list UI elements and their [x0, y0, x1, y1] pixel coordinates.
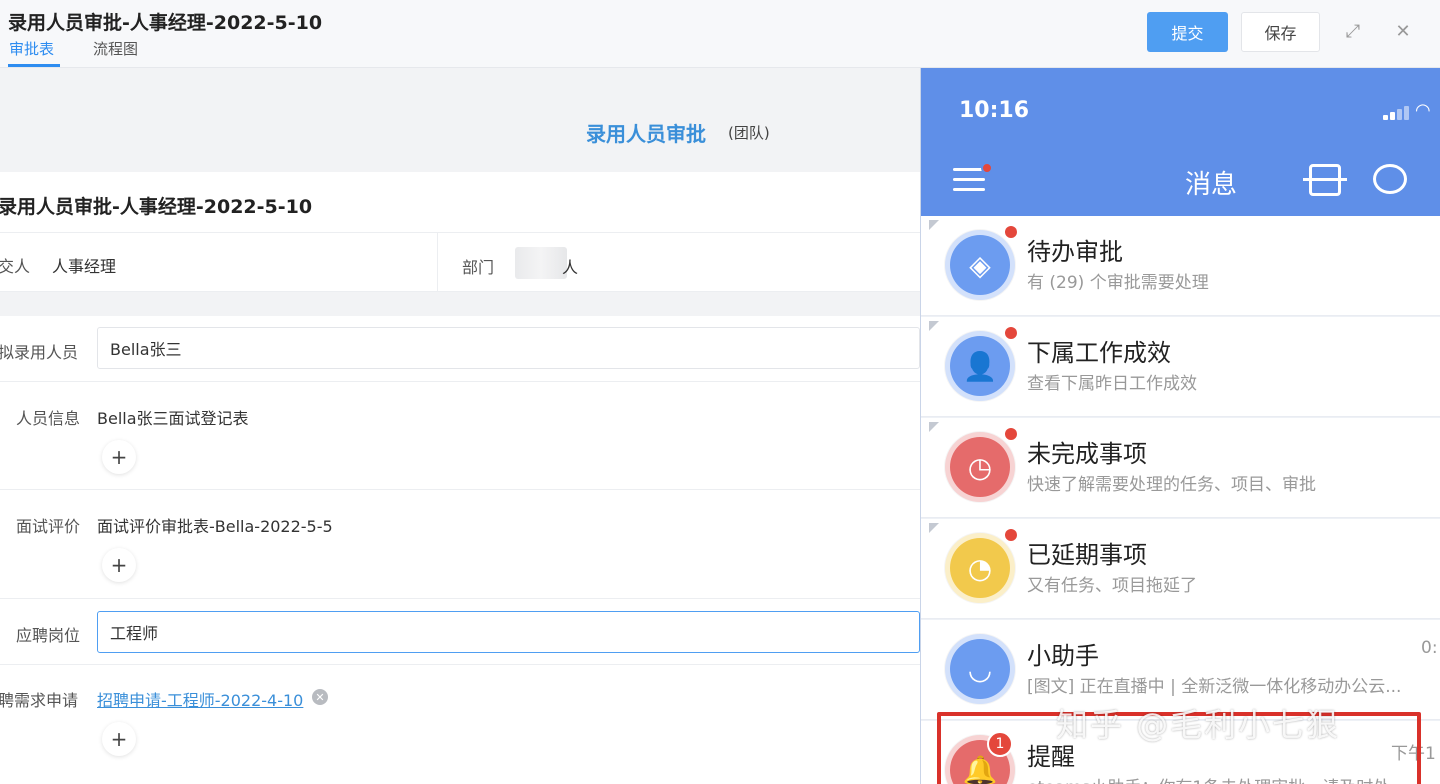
unread-dot: [1005, 327, 1017, 339]
list-item[interactable]: ◈ 待办审批 有 (29) 个审批需要处理: [921, 216, 1440, 316]
scan-line: [1303, 178, 1347, 181]
corner-mark: [929, 422, 939, 432]
tab-flowchart[interactable]: 流程图: [93, 38, 138, 59]
request-link[interactable]: 招聘申请-工程师-2022-4-10: [97, 687, 303, 711]
form-heading: 录用人员审批: [586, 122, 706, 146]
interview-label: 面试评价: [16, 517, 81, 536]
submitter-label: 交人: [0, 257, 31, 276]
list-item[interactable]: ◔ 已延期事项 又有任务、项目拖延了: [921, 519, 1440, 619]
submitter-value: 人事经理: [52, 257, 117, 276]
document-title: 录用人员审批-人事经理-2022-5-10: [8, 12, 323, 34]
row-divider: [0, 489, 920, 490]
corner-mark: [929, 523, 939, 533]
message-subtitle: 有 (29) 个审批需要处理: [1027, 273, 1209, 293]
message-subtitle: 查看下属昨日工作成效: [1027, 374, 1197, 394]
message-title: 已延期事项: [1027, 541, 1147, 569]
watermark: 知乎 @毛利小七狠: [1056, 706, 1341, 744]
add-info-button[interactable]: +: [102, 440, 136, 474]
phone-nav-title: 消息: [1185, 170, 1238, 200]
close-icon[interactable]: ✕: [1392, 20, 1414, 42]
message-subtitle: 又有任务、项目拖延了: [1027, 576, 1197, 596]
signal-icon: [1383, 106, 1413, 120]
unread-dot: [1005, 226, 1017, 238]
form-title: 录用人员审批-人事经理-2022-5-10: [0, 196, 313, 218]
add-request-button[interactable]: +: [102, 722, 136, 756]
meta-row: [0, 232, 920, 292]
corner-mark: [929, 220, 939, 230]
expand-icon[interactable]: ⤢: [1342, 20, 1364, 42]
wifi-icon: ◠: [1415, 100, 1431, 121]
info-label: 人员信息: [16, 409, 81, 428]
clock-icon: ◷: [945, 432, 1015, 502]
request-label: 聘需求申请: [0, 691, 79, 710]
row-divider: [0, 381, 920, 382]
add-interview-button[interactable]: +: [102, 548, 136, 582]
message-time: 0:: [1421, 638, 1438, 658]
list-item[interactable]: 👤 下属工作成效 查看下属昨日工作成效: [921, 317, 1440, 417]
row-divider: [0, 664, 920, 665]
position-input[interactable]: 工程师: [97, 611, 920, 653]
phone-time: 10:16: [959, 98, 1030, 123]
unread-dot: [1005, 529, 1017, 541]
phone-nav-bar: [921, 158, 1440, 216]
meta-divider: [437, 232, 438, 292]
save-button[interactable]: 保存: [1241, 12, 1320, 52]
menu-notification-dot: [981, 162, 993, 174]
candidate-label: 拟录用人员: [0, 343, 79, 362]
message-title: 下属工作成效: [1027, 339, 1171, 367]
dept-value: 人: [562, 258, 579, 277]
clear-icon[interactable]: ✕: [312, 689, 328, 705]
candidate-input[interactable]: Bella张三: [97, 327, 920, 369]
alarm-icon: ◔: [945, 533, 1015, 603]
tab-approval-form[interactable]: 审批表: [9, 38, 54, 59]
list-item[interactable]: ◷ 未完成事项 快速了解需要处理的任务、项目、审批: [921, 418, 1440, 518]
message-title: 待办审批: [1027, 238, 1123, 266]
interview-value[interactable]: 面试评价审批表-Bella-2022-5-5: [97, 513, 333, 537]
headset-icon: ◡: [945, 634, 1015, 704]
submit-button[interactable]: 提交: [1147, 12, 1228, 52]
phone-screenshot: 10:16 ◠ 消息 ◈ 待办审批 有 (29) 个审批需要处理 👤 下属工作成…: [920, 68, 1440, 784]
position-label: 应聘岗位: [16, 626, 81, 645]
info-value[interactable]: Bella张三面试登记表: [97, 405, 249, 429]
unread-dot: [1005, 428, 1017, 440]
dept-label: 部门: [462, 258, 495, 277]
user-icon: 👤: [945, 331, 1015, 401]
chat-icon[interactable]: [1373, 164, 1407, 194]
section-gap: [0, 292, 920, 316]
dept-blurred-value: [515, 247, 567, 279]
message-title: 小助手: [1027, 642, 1099, 670]
form-heading-sub: (团队): [728, 124, 770, 142]
message-title: 未完成事项: [1027, 440, 1147, 468]
active-tab-indicator: [8, 64, 60, 67]
menu-icon[interactable]: [953, 168, 985, 192]
row-divider: [0, 598, 920, 599]
layers-icon: ◈: [945, 230, 1015, 300]
message-subtitle: 快速了解需要处理的任务、项目、审批: [1027, 475, 1316, 495]
message-subtitle: [图文] 正在直播中 | 全新泛微一体化移动办公云...: [1027, 677, 1402, 697]
corner-mark: [929, 321, 939, 331]
